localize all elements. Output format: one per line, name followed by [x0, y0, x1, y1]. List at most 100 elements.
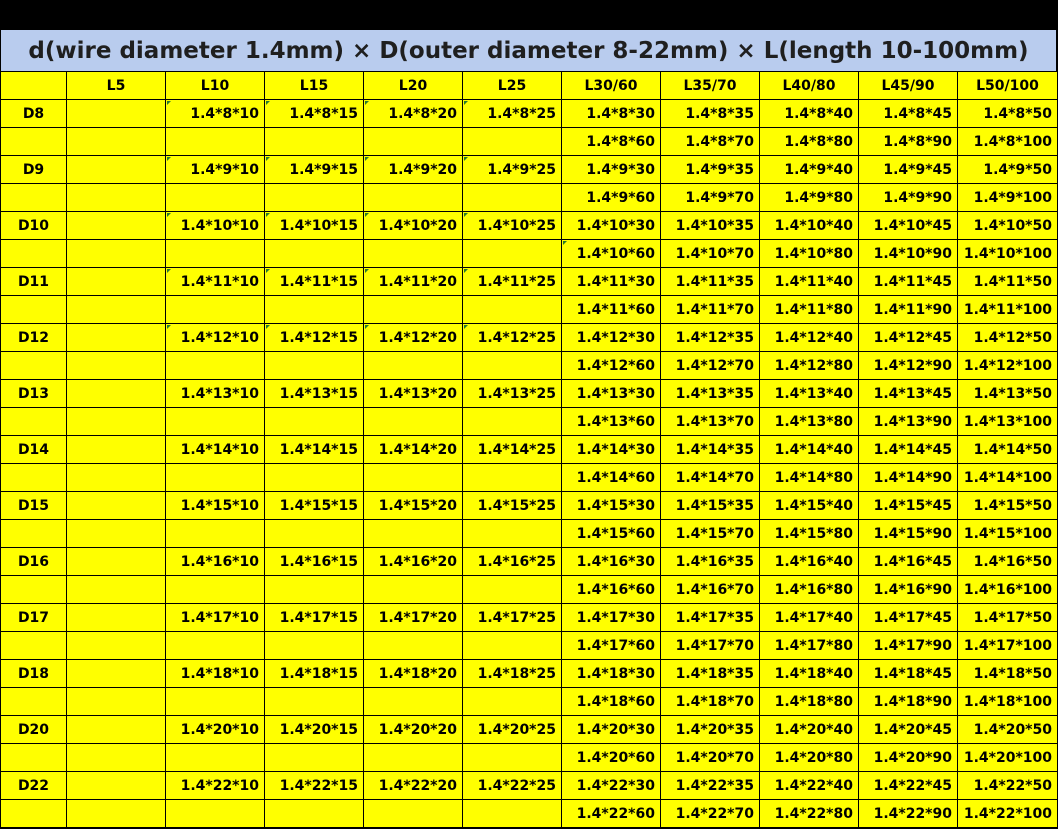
size-cell: 1.4*13*25	[463, 380, 561, 407]
size-cell: 1.4*10*30	[562, 212, 660, 239]
row-label: D22	[1, 772, 66, 799]
size-cell: 1.4*14*90	[859, 464, 957, 491]
size-cell: 1.4*9*10	[166, 156, 264, 183]
empty-cell	[463, 352, 561, 379]
column-header: L15	[265, 72, 363, 99]
size-cell: 1.4*15*35	[661, 492, 759, 519]
size-cell: 1.4*15*25	[463, 492, 561, 519]
size-cell: 1.4*11*40	[760, 268, 858, 295]
size-cell: 1.4*15*50	[958, 492, 1057, 519]
size-cell: 1.4*17*80	[760, 632, 858, 659]
empty-cell	[166, 240, 264, 267]
size-cell: 1.4*18*40	[760, 660, 858, 687]
size-cell: 1.4*16*45	[859, 548, 957, 575]
size-cell: 1.4*16*35	[661, 548, 759, 575]
size-cell: 1.4*22*70	[661, 800, 759, 827]
empty-cell	[166, 184, 264, 211]
empty-cell	[364, 576, 462, 603]
empty-cell	[265, 352, 363, 379]
empty-cell	[67, 688, 165, 715]
empty-cell	[67, 464, 165, 491]
size-cell: 1.4*20*10	[166, 716, 264, 743]
empty-cell	[166, 296, 264, 323]
size-cell: 1.4*14*20	[364, 436, 462, 463]
empty-cell	[463, 688, 561, 715]
empty-cell	[364, 296, 462, 323]
size-cell: 1.4*11*30	[562, 268, 660, 295]
empty-cell	[364, 688, 462, 715]
size-cell: 1.4*9*45	[859, 156, 957, 183]
size-cell: 1.4*9*80	[760, 184, 858, 211]
size-cell: 1.4*11*25	[463, 268, 561, 295]
column-header: L50/100	[958, 72, 1057, 99]
size-cell: 1.4*14*45	[859, 436, 957, 463]
size-cell: 1.4*14*50	[958, 436, 1057, 463]
column-header: L25	[463, 72, 561, 99]
size-cell: 1.4*22*30	[562, 772, 660, 799]
empty-cell	[166, 576, 264, 603]
empty-cell	[364, 744, 462, 771]
size-cell: 1.4*22*10	[166, 772, 264, 799]
size-cell: 1.4*16*50	[958, 548, 1057, 575]
size-cell: 1.4*10*50	[958, 212, 1057, 239]
size-cell: 1.4*9*50	[958, 156, 1057, 183]
size-cell: 1.4*14*80	[760, 464, 858, 491]
size-cell: 1.4*22*25	[463, 772, 561, 799]
size-cell: 1.4*17*10	[166, 604, 264, 631]
empty-cell	[1, 576, 66, 603]
size-cell: 1.4*15*80	[760, 520, 858, 547]
size-cell: 1.4*22*40	[760, 772, 858, 799]
size-cell: 1.4*8*35	[661, 100, 759, 127]
size-cell: 1.4*22*90	[859, 800, 957, 827]
size-cell: 1.4*10*20	[364, 212, 462, 239]
empty-cell	[67, 632, 165, 659]
empty-cell	[1, 352, 66, 379]
empty-cell	[67, 520, 165, 547]
size-cell: 1.4*18*90	[859, 688, 957, 715]
size-cell: 1.4*13*20	[364, 380, 462, 407]
row-label: D8	[1, 100, 66, 127]
size-cell: 1.4*17*25	[463, 604, 561, 631]
empty-cell	[67, 212, 165, 239]
empty-cell	[1, 744, 66, 771]
empty-cell	[364, 520, 462, 547]
size-cell: 1.4*12*30	[562, 324, 660, 351]
size-cell: 1.4*13*50	[958, 380, 1057, 407]
empty-cell	[265, 632, 363, 659]
row-label: D15	[1, 492, 66, 519]
row-label: D9	[1, 156, 66, 183]
empty-cell	[463, 184, 561, 211]
row-label: D12	[1, 324, 66, 351]
empty-cell	[67, 548, 165, 575]
size-cell: 1.4*8*40	[760, 100, 858, 127]
size-cell: 1.4*18*100	[958, 688, 1057, 715]
empty-cell	[166, 408, 264, 435]
empty-cell	[67, 268, 165, 295]
empty-cell	[67, 324, 165, 351]
empty-cell	[67, 604, 165, 631]
size-cell: 1.4*22*20	[364, 772, 462, 799]
row-label: D18	[1, 660, 66, 687]
size-cell: 1.4*15*100	[958, 520, 1057, 547]
size-cell: 1.4*12*20	[364, 324, 462, 351]
empty-cell	[1, 688, 66, 715]
size-cell: 1.4*10*45	[859, 212, 957, 239]
size-cell: 1.4*9*25	[463, 156, 561, 183]
empty-cell	[67, 660, 165, 687]
empty-cell	[166, 520, 264, 547]
size-cell: 1.4*20*40	[760, 716, 858, 743]
size-cell: 1.4*18*20	[364, 660, 462, 687]
size-cell: 1.4*8*100	[958, 128, 1057, 155]
size-cell: 1.4*8*70	[661, 128, 759, 155]
size-cell: 1.4*15*45	[859, 492, 957, 519]
size-cell: 1.4*11*90	[859, 296, 957, 323]
size-cell: 1.4*22*50	[958, 772, 1057, 799]
size-cell: 1.4*22*60	[562, 800, 660, 827]
empty-cell	[67, 772, 165, 799]
empty-cell	[1, 632, 66, 659]
size-cell: 1.4*8*30	[562, 100, 660, 127]
size-cell: 1.4*13*40	[760, 380, 858, 407]
size-cell: 1.4*12*60	[562, 352, 660, 379]
size-cell: 1.4*10*80	[760, 240, 858, 267]
size-cell: 1.4*15*20	[364, 492, 462, 519]
